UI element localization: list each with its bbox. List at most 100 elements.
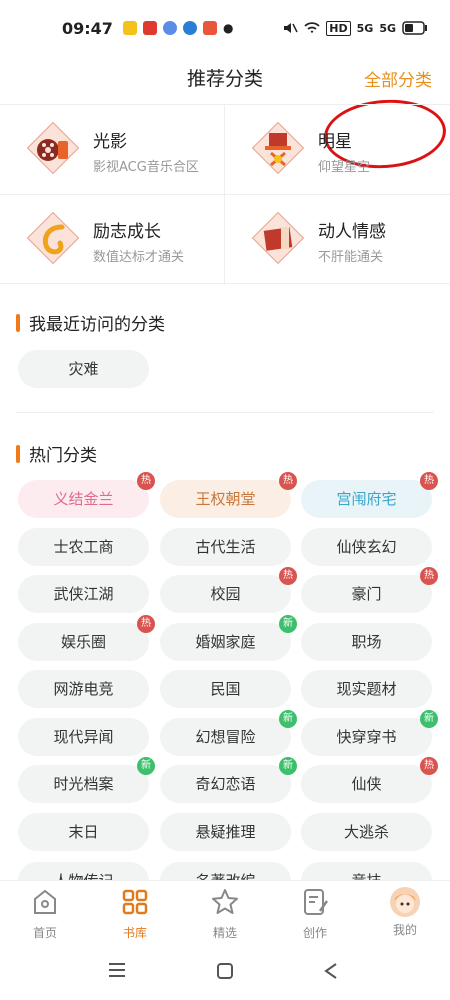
section-marker — [16, 444, 20, 463]
new-badge: 新 — [420, 709, 438, 728]
tab-label: 我的 — [392, 923, 417, 937]
category-pill[interactable]: 职场 — [301, 622, 432, 661]
category-pill[interactable]: 仙侠 热 — [301, 757, 438, 803]
featured-card-guangying[interactable]: 光影 影视ACG音乐合区 — [0, 105, 224, 194]
signal-icon-2: 5G — [379, 21, 396, 35]
featured-subtitle: 影视ACG音乐合区 — [93, 160, 199, 175]
new-badge: 新 — [137, 757, 155, 775]
recent-category-pill[interactable]: 灾难 — [18, 350, 149, 388]
hot-badge: 热 — [420, 757, 438, 775]
app-notification-icon — [202, 21, 217, 35]
category-label: 奇幻恋语 — [195, 775, 256, 793]
category-pill[interactable]: 古代生活 — [160, 527, 291, 566]
category-pill[interactable]: 快穿穿书 新 — [301, 709, 438, 756]
category-label: 网游电竞 — [53, 680, 114, 698]
category-pill[interactable]: 仙侠玄幻 — [301, 527, 432, 566]
category-pill[interactable]: 现实题材 — [301, 670, 432, 708]
hot-title-text: 热门分类 — [29, 446, 97, 466]
category-pill[interactable]: 时光档案 新 — [18, 757, 155, 803]
featured-name: 明星 — [318, 132, 352, 152]
recent-section-title: 我最近访问的分类 — [16, 310, 165, 335]
tab-label: 书库 — [122, 926, 147, 940]
page-header: 推荐分类 全部分类 — [0, 56, 450, 173]
hot-badge: 热 — [420, 472, 438, 490]
category-pill[interactable]: 校园 热 — [160, 567, 297, 613]
app-notification-icon — [162, 21, 177, 35]
featured-card-lizhi[interactable]: 励志成长 数值达标才通关 — [0, 195, 224, 284]
tab-label: 首页 — [32, 926, 57, 940]
category-label: 职场 — [351, 632, 382, 651]
love-letter-icon — [251, 211, 305, 265]
category-label: 现代异闻 — [53, 727, 114, 746]
menu-icon[interactable] — [108, 962, 126, 978]
category-pill[interactable]: 幻想冒险 新 — [160, 709, 297, 756]
category-label: 义结金兰 — [53, 490, 114, 508]
category-pill[interactable]: 王权朝堂 热 — [160, 472, 297, 518]
featured-name: 光影 — [93, 132, 127, 152]
category-pill[interactable]: 悬疑推理 — [160, 812, 291, 851]
back-icon[interactable] — [322, 962, 340, 980]
category-pill[interactable]: 网游电竞 — [18, 670, 149, 708]
category-label: 悬疑推理 — [195, 822, 256, 841]
star-icon — [212, 889, 238, 914]
category-pill[interactable]: 竞技 — [301, 862, 432, 882]
category-pill[interactable]: 末日 — [18, 812, 149, 851]
featured-name: 动人情感 — [318, 222, 386, 242]
hot-badge: 热 — [279, 567, 297, 585]
category-label: 大逃杀 — [343, 822, 389, 841]
tab-create[interactable]: 创作 — [270, 887, 360, 941]
category-pill[interactable]: 士农工商 — [18, 527, 149, 566]
wifi-icon — [304, 22, 320, 33]
featured-categories: 光影 影视ACG音乐合区 明星 仰望星空 励志成长 数值达标才通关 动人情感 不… — [0, 104, 450, 285]
recent-title-text: 我最近访问的分类 — [29, 315, 165, 335]
category-pill[interactable]: 奇幻恋语 新 — [160, 757, 297, 803]
category-label: 王权朝堂 — [195, 490, 256, 508]
category-label: 古代生活 — [195, 537, 256, 556]
tab-featured[interactable]: 精选 — [180, 887, 270, 941]
hot-badge: 热 — [137, 614, 155, 633]
system-icons: HD 5G 5G — [282, 20, 428, 36]
featured-name: 励志成长 — [93, 222, 161, 242]
app-notification-icon — [122, 21, 137, 35]
all-categories-link[interactable]: 全部分类 — [364, 66, 432, 91]
featured-subtitle: 数值达标才通关 — [93, 250, 185, 265]
category-pill[interactable]: 名著改编 — [160, 862, 291, 882]
tab-home[interactable]: 首页 — [0, 887, 90, 941]
signal-icon: 5G — [356, 21, 374, 35]
category-pill[interactable]: 义结金兰 热 — [18, 472, 155, 518]
category-pill[interactable]: 民国 — [160, 670, 291, 708]
home-button-icon[interactable] — [216, 962, 234, 980]
category-label: 民国 — [210, 680, 241, 698]
category-pill[interactable]: 人物传记 — [18, 862, 149, 882]
hot-badge: 热 — [420, 567, 438, 585]
bottom-tab-bar: 首页 书库 精选 创作 我的 — [0, 880, 450, 942]
status-bar: 09:47 ● HD 5G 5G — [0, 0, 450, 56]
partial-row: 人物传记 名著改编 竞技 — [0, 858, 450, 882]
category-label: 末日 — [68, 822, 99, 841]
category-label: 豪门 — [351, 585, 382, 603]
edit-icon — [304, 889, 329, 915]
category-pill[interactable]: 大逃杀 — [301, 812, 432, 851]
tab-mine[interactable]: 我的 — [360, 887, 450, 938]
featured-card-qinggan[interactable]: 动人情感 不肝能通关 — [225, 195, 449, 284]
category-pill[interactable]: 娱乐圈 热 — [18, 614, 155, 661]
film-icon — [26, 121, 80, 175]
hot-section-title: 热门分类 — [16, 441, 97, 466]
category-pill[interactable]: 现代异闻 — [18, 717, 149, 756]
category-label: 幻想冒险 — [195, 727, 256, 746]
category-pill[interactable]: 婚姻家庭 新 — [160, 614, 297, 661]
growth-icon — [26, 211, 80, 265]
featured-subtitle: 仰望星空 — [318, 160, 371, 175]
app-notification-icon — [182, 21, 197, 35]
category-pill[interactable]: 豪门 热 — [301, 567, 438, 613]
category-pill[interactable]: 宫闱府宅 热 — [301, 472, 438, 518]
category-label: 武侠江湖 — [53, 585, 114, 603]
category-pill[interactable]: 武侠江湖 — [18, 575, 149, 613]
category-label: 宫闱府宅 — [336, 490, 397, 508]
category-label: 现实题材 — [336, 680, 397, 698]
tab-library[interactable]: 书库 — [90, 887, 180, 941]
tab-label: 精选 — [212, 926, 237, 940]
hot-badge: 热 — [279, 472, 297, 490]
category-label: 仙侠 — [351, 775, 382, 793]
featured-card-mingxing[interactable]: 明星 仰望星空 — [225, 105, 449, 194]
